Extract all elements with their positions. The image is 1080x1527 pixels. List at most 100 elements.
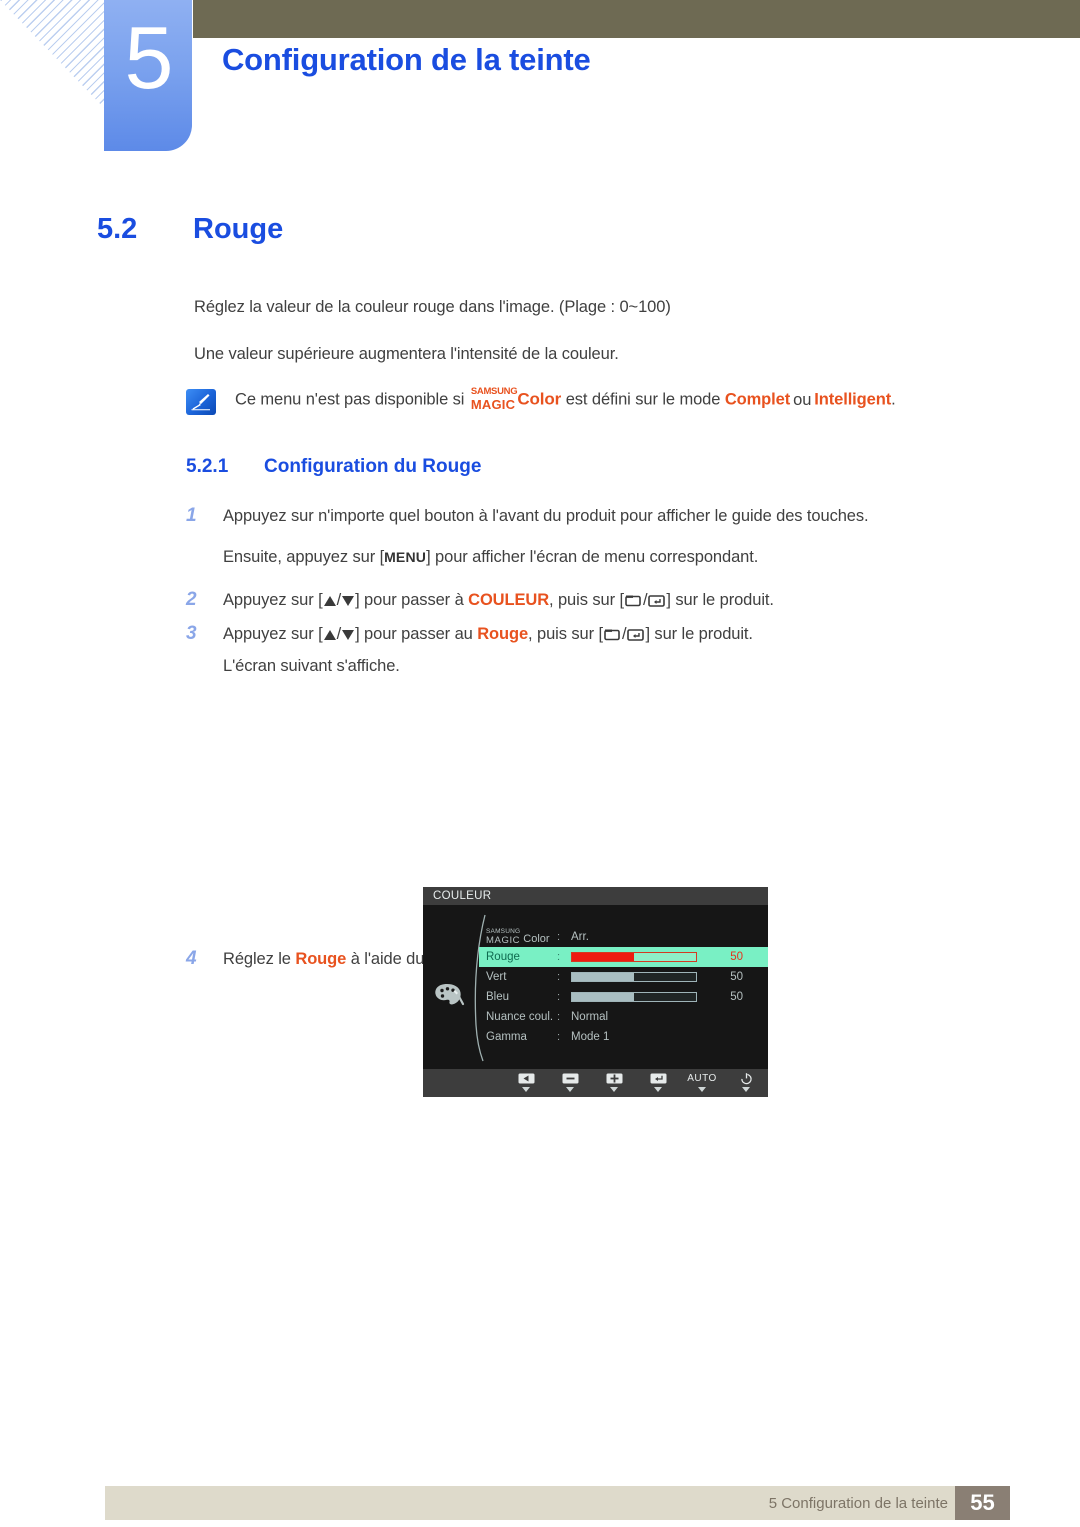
page-header: 5 Configuration de la teinte xyxy=(0,0,1080,165)
osd-minus-button[interactable] xyxy=(548,1072,592,1092)
footer-chapter-text: 5 Configuration de la teinte xyxy=(768,1495,948,1512)
osd-slider-rouge[interactable] xyxy=(571,952,697,962)
step-4-number: 4 xyxy=(186,948,197,969)
note-text-end: . xyxy=(891,390,896,409)
step-3-substep: L'écran suivant s'affiche. xyxy=(223,657,400,675)
osd-magic-logo: SAMSUNG MAGIC xyxy=(486,928,521,946)
section-number: 5.2 xyxy=(97,213,138,245)
page-footer: 5 Configuration de la teinte 55 xyxy=(105,1486,1010,1520)
osd-row-nuance-coul[interactable]: Nuance coul. : Normal xyxy=(479,1007,768,1027)
caret-down-icon xyxy=(698,1087,706,1092)
step-1-substep: Ensuite, appuyez sur [MENU] pour affiche… xyxy=(223,548,758,567)
note-row: Ce menu n'est pas disponible si SAMSUNG … xyxy=(186,387,896,415)
step-3: 3 Appuyez sur [/] pour passer au Rouge, p… xyxy=(186,623,753,646)
power-icon xyxy=(740,1072,753,1085)
step-4-prefix: Réglez le xyxy=(223,950,291,968)
step-3-suffix: ] sur le produit. xyxy=(645,625,753,643)
chapter-number-block: 5 xyxy=(104,0,192,151)
note-text: Ce menu n'est pas disponible si SAMSUNG … xyxy=(235,387,896,411)
step-1-number: 1 xyxy=(186,505,197,526)
osd-row-magiccolor[interactable]: SAMSUNG MAGIC Color : Arr. xyxy=(479,927,768,947)
osd-colon: : xyxy=(557,931,561,943)
subsection-heading: 5.2.1 Configuration du Rouge xyxy=(186,456,481,478)
osd-row-gamma[interactable]: Gamma : Mode 1 xyxy=(479,1027,768,1047)
chapter-number: 5 xyxy=(124,8,174,107)
pen-nib-glyph xyxy=(191,394,210,411)
osd-power-button[interactable] xyxy=(724,1072,768,1092)
step-3-mid2: , puis sur [ xyxy=(528,625,603,643)
osd-label-rouge: Rouge xyxy=(486,951,520,963)
osd-slider-vert-fill xyxy=(572,973,634,981)
note-mode-intelligent: Intelligent xyxy=(814,390,892,409)
osd-rows: SAMSUNG MAGIC Color : Arr. Rouge : 50 Ve… xyxy=(479,927,768,1047)
note-text-before: Ce menu n'est pas disponible si xyxy=(235,390,465,409)
caret-down-icon xyxy=(610,1087,618,1092)
magic-logo-color: Color xyxy=(517,389,562,409)
caret-down-icon xyxy=(654,1087,662,1092)
enter-icon xyxy=(650,1072,667,1085)
step-3-mid: ] pour passer au xyxy=(355,625,473,643)
osd-magic-magic: MAGIC xyxy=(486,934,521,946)
section-paragraph-1: Réglez la valeur de la couleur rouge dan… xyxy=(194,298,671,316)
note-pen-icon xyxy=(186,389,216,415)
step-2-mid: ] pour passer à xyxy=(355,591,464,609)
plus-icon xyxy=(606,1072,623,1085)
osd-value-magiccolor: Arr. xyxy=(571,931,589,943)
osd-title: COULEUR xyxy=(423,887,768,905)
step-1-sub-before: Ensuite, appuyez sur [ xyxy=(223,548,385,566)
step-3-target: Rouge xyxy=(477,625,529,643)
step-3-number: 3 xyxy=(186,623,197,644)
osd-colon: : xyxy=(557,991,561,1003)
osd-auto-button[interactable]: AUTO xyxy=(680,1072,724,1092)
magic-logo-magic: MAGIC xyxy=(470,396,516,412)
up-arrow-icon xyxy=(323,593,336,612)
osd-value-gamma: Mode 1 xyxy=(571,1031,610,1043)
section-title: Rouge xyxy=(193,213,284,245)
step-2-mid2: , puis sur [ xyxy=(549,591,624,609)
step-2: 2 Appuyez sur [/] pour passer à COULEUR, … xyxy=(186,589,774,612)
step-2-number: 2 xyxy=(186,589,197,610)
osd-colon: : xyxy=(557,951,561,963)
osd-value-bleu: 50 xyxy=(730,991,743,1003)
osd-menu-screenshot: COULEUR SAMSUNG MAGIC Color: Arr. Rouge… xyxy=(423,887,768,1097)
step-2-target: COULEUR xyxy=(468,591,550,609)
caret-down-icon xyxy=(522,1087,530,1092)
note-text-or: ou xyxy=(793,390,812,409)
down-arrow-icon xyxy=(342,593,355,612)
osd-label-vert: Vert xyxy=(486,971,507,983)
osd-value-vert: 50 xyxy=(730,971,743,983)
osd-plus-button[interactable] xyxy=(592,1072,636,1092)
menu-key: MENU xyxy=(384,549,427,565)
left-arrow-icon xyxy=(518,1072,535,1085)
hatch-decoration xyxy=(0,0,108,112)
step-1-text: Appuyez sur n'importe quel bouton à l'av… xyxy=(223,507,869,525)
note-mode-complet: Complet xyxy=(724,390,791,409)
subsection-number: 5.2.1 xyxy=(186,456,229,477)
osd-slider-bleu[interactable] xyxy=(571,992,697,1002)
osd-value-nuance-coul: Normal xyxy=(571,1011,609,1023)
osd-left-arrow-button[interactable] xyxy=(504,1072,548,1092)
osd-row-rouge[interactable]: Rouge : 50 xyxy=(479,947,768,967)
subsection-title: Configuration du Rouge xyxy=(264,456,482,477)
footer-page-number: 55 xyxy=(955,1486,1010,1520)
enter-button-icon xyxy=(627,627,645,646)
osd-label-bleu: Bleu xyxy=(486,991,510,1003)
osd-slider-vert[interactable] xyxy=(571,972,697,982)
step-1-sub-after: ] pour afficher l'écran de menu correspo… xyxy=(426,548,759,566)
osd-label-nuance-coul: Nuance coul. xyxy=(486,1011,554,1023)
source-button-icon xyxy=(625,593,642,612)
osd-slider-bleu-fill xyxy=(572,993,634,1001)
section-paragraph-2: Une valeur supérieure augmentera l'inten… xyxy=(194,345,619,363)
osd-row-vert[interactable]: Vert : 50 xyxy=(479,967,768,987)
magic-logo-samsung: SAMSUNG xyxy=(470,386,518,397)
section-heading: 5.2 Rouge xyxy=(97,213,283,246)
osd-magic-label: SAMSUNG MAGIC Color xyxy=(479,928,557,946)
osd-enter-button[interactable] xyxy=(636,1072,680,1092)
osd-value-rouge: 50 xyxy=(730,951,743,963)
osd-row-bleu[interactable]: Bleu : 50 xyxy=(479,987,768,1007)
osd-colon: : xyxy=(557,971,561,983)
caret-down-icon xyxy=(742,1087,750,1092)
osd-button-bar: AUTO xyxy=(423,1069,768,1097)
step-2-suffix: ] sur le produit. xyxy=(666,591,774,609)
step-1: 1 Appuyez sur n'importe quel bouton à l'a… xyxy=(186,505,869,527)
